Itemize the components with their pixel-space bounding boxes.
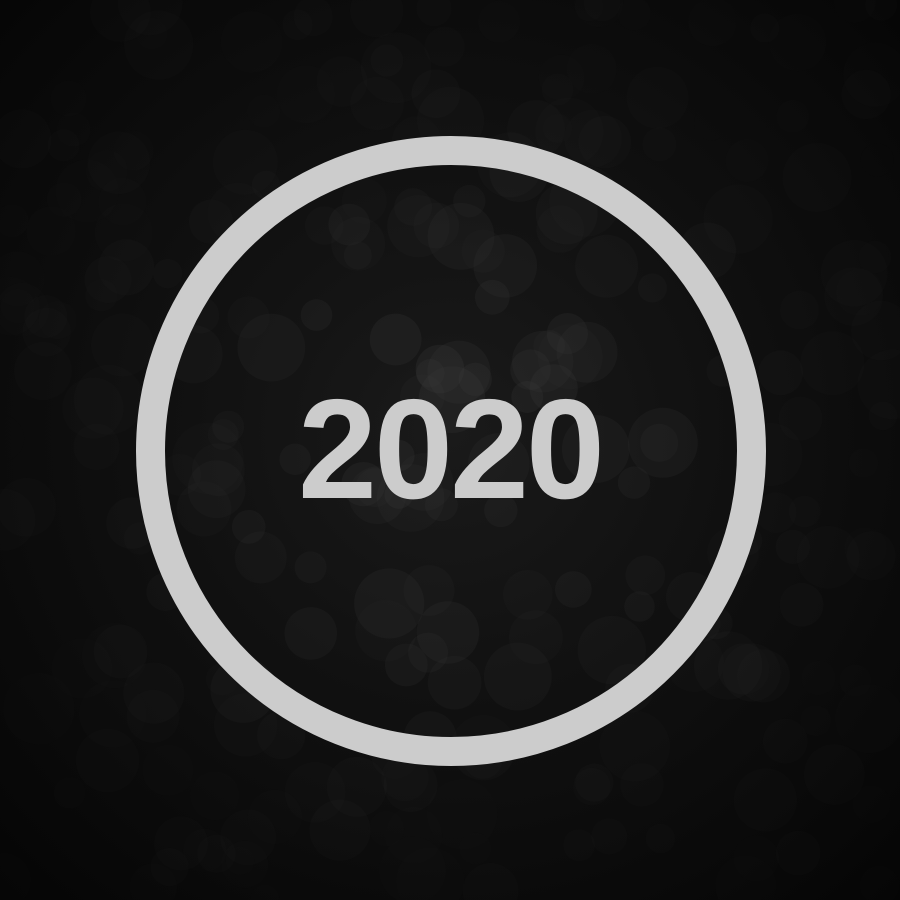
- year-label: 2020: [298, 370, 605, 529]
- year-badge-graphic: 2020: [0, 0, 900, 900]
